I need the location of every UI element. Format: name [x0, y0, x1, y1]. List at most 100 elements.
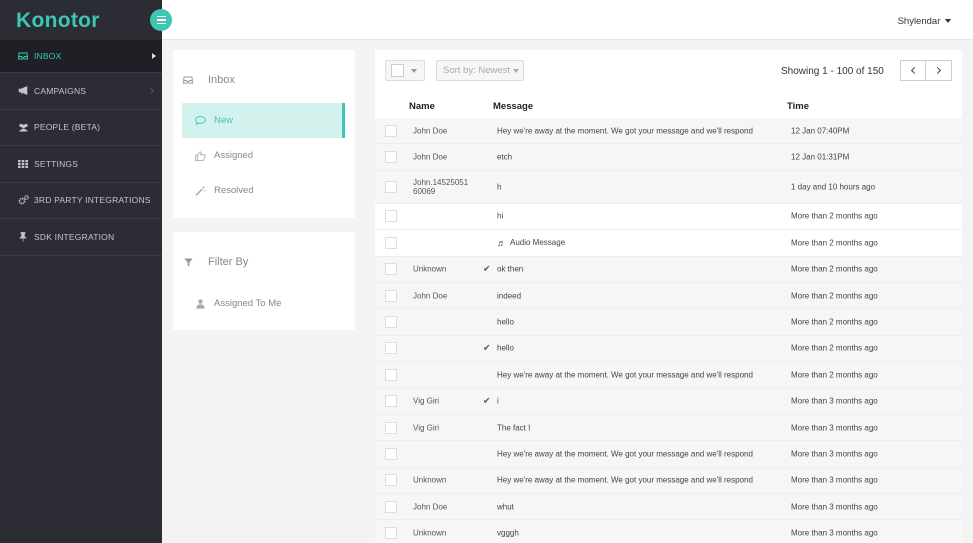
table-row[interactable]: Hey we're away at the moment. We got you…	[375, 441, 962, 468]
row-message: hello	[497, 318, 514, 327]
read-check-icon: ✔	[483, 342, 491, 353]
row-checkbox[interactable]	[385, 527, 397, 540]
filter-resolved[interactable]: Resolved	[182, 173, 345, 208]
row-checkbox[interactable]	[385, 210, 397, 223]
sidebar-item-integrations[interactable]: 3RD PARTY INTEGRATIONS	[0, 183, 162, 219]
table-row[interactable]: Hey we're away at the moment. We got you…	[375, 362, 962, 389]
row-checkbox[interactable]	[385, 151, 397, 164]
row-checkbox[interactable]	[385, 395, 397, 408]
table-row[interactable]: Unknown ✔ ok then More than 2 months ago	[375, 256, 962, 283]
inbox-icon	[17, 52, 29, 60]
row-message: Hey we're away at the moment. We got you…	[497, 126, 753, 135]
sidebar-item-inbox[interactable]: INBOX	[0, 40, 162, 73]
read-check-icon: ✔	[483, 263, 491, 274]
chevron-left-icon	[910, 66, 918, 75]
sidebar-item-sdk[interactable]: SDK INTEGRATION	[0, 219, 162, 256]
caret-down-icon	[945, 19, 951, 24]
inbox-panel-header: Inbox	[182, 74, 235, 86]
filter-by-title: Filter By	[208, 256, 249, 268]
filter-by-header: Filter By	[182, 256, 248, 268]
table-row[interactable]: ♬ Audio Message More than 2 months ago	[375, 230, 962, 257]
logo[interactable]: Konotor	[16, 9, 100, 33]
read-check-icon: ✔	[483, 395, 491, 406]
table-row[interactable]: John Doe whut More than 3 months ago	[375, 494, 962, 521]
row-name: John Doe	[413, 126, 448, 136]
row-checkbox[interactable]	[385, 263, 397, 276]
table-row[interactable]: ✔ hello More than 2 months ago	[375, 335, 962, 363]
row-message: h	[497, 182, 501, 191]
caret-down-icon	[411, 68, 417, 73]
thumbs-up-icon	[194, 150, 206, 161]
row-message-text: Hey we're away at the moment. We got you…	[497, 126, 753, 136]
row-checkbox[interactable]	[385, 447, 397, 460]
table-row[interactable]: John Doe etch 12 Jan 01:31PM	[375, 144, 962, 171]
row-message-text: h	[497, 182, 502, 192]
row-checkbox[interactable]	[385, 368, 397, 381]
column-name-header: Name	[409, 101, 435, 112]
row-checkbox[interactable]	[385, 316, 397, 329]
table-row[interactable]: John Doe indeed More than 2 months ago	[375, 282, 962, 310]
table-row[interactable]: hello More than 2 months ago	[375, 309, 962, 336]
row-message: The fact I	[497, 423, 530, 432]
row-time: More than 3 months ago	[791, 528, 878, 538]
row-time: 12 Jan 01:31PM	[791, 152, 850, 162]
user-menu[interactable]: Shylendar	[898, 16, 951, 27]
comment-icon	[194, 116, 206, 125]
filter-new[interactable]: New	[182, 103, 345, 138]
row-message-text: Hey we're away at the moment. We got you…	[497, 449, 753, 459]
next-page-button[interactable]	[926, 60, 952, 81]
row-name: Unknown	[413, 475, 447, 485]
sidebar-item-settings[interactable]: SETTINGS	[0, 146, 162, 183]
table-row[interactable]: Unknown vgggh More than 3 months ago	[375, 520, 962, 543]
previous-page-button[interactable]	[900, 60, 926, 81]
sort-dropdown[interactable]: Sort by: Newest	[436, 60, 524, 81]
row-time: More than 2 months ago	[791, 264, 878, 274]
chevron-right-icon	[933, 66, 942, 75]
table-row[interactable]: Vig Giri The fact I More than 3 months ago	[375, 414, 962, 442]
filter-label: Resolved	[214, 185, 254, 196]
inbox-panel-title: Inbox	[208, 74, 235, 86]
row-name: John Doe	[413, 152, 448, 162]
sort-label: Sort by: Newest	[443, 65, 511, 76]
select-all-checkbox[interactable]	[391, 64, 404, 77]
row-checkbox[interactable]	[385, 236, 397, 249]
table-row[interactable]: John Doe Hey we're away at the moment. We…	[375, 118, 962, 145]
row-message-text: whut	[497, 502, 514, 512]
row-checkbox[interactable]	[385, 124, 397, 137]
sidebar-item-label: SETTINGS	[34, 158, 79, 169]
row-checkbox[interactable]	[385, 342, 397, 355]
row-message-text: etch	[497, 152, 513, 162]
hamburger-icon-line	[156, 22, 166, 25]
filter-label: Assigned	[214, 150, 254, 161]
row-checkbox[interactable]	[385, 421, 397, 434]
row-time: More than 3 months ago	[791, 475, 878, 485]
row-checkbox[interactable]	[385, 180, 397, 193]
sidebar: INBOX CAMPAIGNS PEOPLE (BETA) SETTINGS 3…	[0, 40, 162, 543]
filter-assigned[interactable]: Assigned	[182, 138, 345, 173]
table-row[interactable]: John.14525051 60069 h 1 day and 10 hours a…	[375, 170, 962, 204]
row-checkbox[interactable]	[385, 474, 397, 487]
row-message: vgggh	[497, 529, 519, 538]
table-row[interactable]: Vig Giri ✔ i More than 3 months ago	[375, 388, 962, 415]
brand-area: Konotor	[0, 0, 162, 40]
table-row[interactable]: hi More than 2 months ago	[375, 203, 962, 231]
table-row[interactable]: Unknown Hey we're away at the moment. We …	[375, 467, 962, 495]
row-checkbox[interactable]	[385, 289, 397, 302]
filter-assigned-to-me[interactable]: Assigned To Me	[182, 286, 345, 321]
select-all-dropdown[interactable]	[385, 60, 425, 81]
row-name: Vig Giri	[413, 396, 440, 406]
row-checkbox[interactable]	[385, 500, 397, 513]
row-time: More than 3 months ago	[791, 502, 878, 512]
row-message: i	[497, 397, 499, 406]
row-time: More than 2 months ago	[791, 211, 878, 221]
arrow-right-icon	[152, 53, 156, 59]
sidebar-item-label: SDK INTEGRATION	[34, 231, 115, 242]
user-icon	[194, 298, 206, 309]
menu-toggle-button[interactable]	[150, 9, 172, 31]
row-message-text: hello	[497, 317, 514, 327]
row-message-text: hello	[497, 343, 514, 353]
sidebar-item-people[interactable]: PEOPLE (BETA)	[0, 110, 162, 146]
sidebar-item-campaigns[interactable]: CAMPAIGNS	[0, 73, 162, 110]
row-message-text: Hey we're away at the moment. We got you…	[497, 475, 753, 485]
wand-icon	[194, 185, 206, 196]
